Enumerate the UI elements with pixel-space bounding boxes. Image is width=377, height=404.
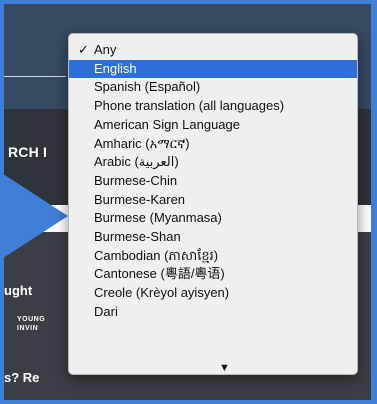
language-option[interactable]: Burmese-Chin — [69, 172, 357, 190]
language-option-label: Cantonese (粵語/粵语) — [94, 266, 225, 282]
language-option-label: Burmese-Shan — [94, 229, 181, 244]
language-option[interactable]: Arabic (العربية) — [69, 153, 357, 171]
scroll-down-icon[interactable]: ▼ — [219, 362, 230, 374]
language-dropdown-menu[interactable]: ✓ Any English Spanish (Español) Phone transl… — [68, 33, 358, 375]
side-text-fragment: ught — [4, 283, 33, 298]
language-option[interactable]: Burmese-Karen — [69, 191, 357, 209]
language-option[interactable]: Phone translation (all languages) — [69, 97, 357, 115]
language-option[interactable]: Burmese (Myanmasa) — [69, 209, 357, 227]
language-option[interactable]: American Sign Language — [69, 116, 357, 134]
language-option[interactable]: Amharic (አማርኛ) — [69, 135, 357, 153]
search-button-fragment[interactable]: RCH I — [8, 144, 47, 160]
language-option-label: Burmese-Karen — [94, 191, 186, 207]
language-option-label: Creole (Krèyol ayisyen) — [94, 285, 230, 301]
language-option-label: Burmese (Myanmasa) — [94, 210, 222, 226]
language-option-label: American Sign Language — [94, 116, 240, 132]
language-option-label: Phone translation (all languages) — [94, 98, 285, 114]
bottom-text-fragment: s? Re — [4, 370, 40, 385]
logo-line-2: INVIN — [17, 325, 39, 332]
language-option[interactable]: Spanish (Español) — [69, 78, 357, 96]
language-option-label: Any — [94, 42, 117, 57]
language-option[interactable]: Cambodian (ភាសាខ្មែរ) — [69, 247, 357, 265]
language-option[interactable]: Dari — [69, 303, 357, 321]
pointer-arrow-icon — [0, 172, 68, 260]
language-option-label: Cambodian (ភាសាខ្មែរ) — [94, 247, 219, 263]
language-option-label: Spanish (Español) — [94, 79, 201, 95]
language-option[interactable]: Burmese-Shan — [69, 228, 357, 246]
language-option[interactable]: Creole (Krèyol ayisyen) — [69, 284, 357, 302]
language-option[interactable]: Cantonese (粵語/粵语) — [69, 265, 357, 283]
logo-line-1: YOUNG — [17, 316, 46, 323]
language-option-label: English — [94, 60, 137, 76]
language-option-label: Arabic (العربية) — [94, 154, 179, 170]
language-option-label: Amharic (አማርኛ) — [94, 135, 190, 151]
language-option[interactable]: ✓ Any — [69, 41, 357, 59]
header-divider — [4, 76, 66, 77]
checkmark-icon: ✓ — [78, 42, 89, 57]
language-option-label: Burmese-Chin — [94, 172, 178, 188]
language-option-label: Dari — [94, 303, 118, 319]
language-option[interactable]: English — [69, 59, 357, 78]
